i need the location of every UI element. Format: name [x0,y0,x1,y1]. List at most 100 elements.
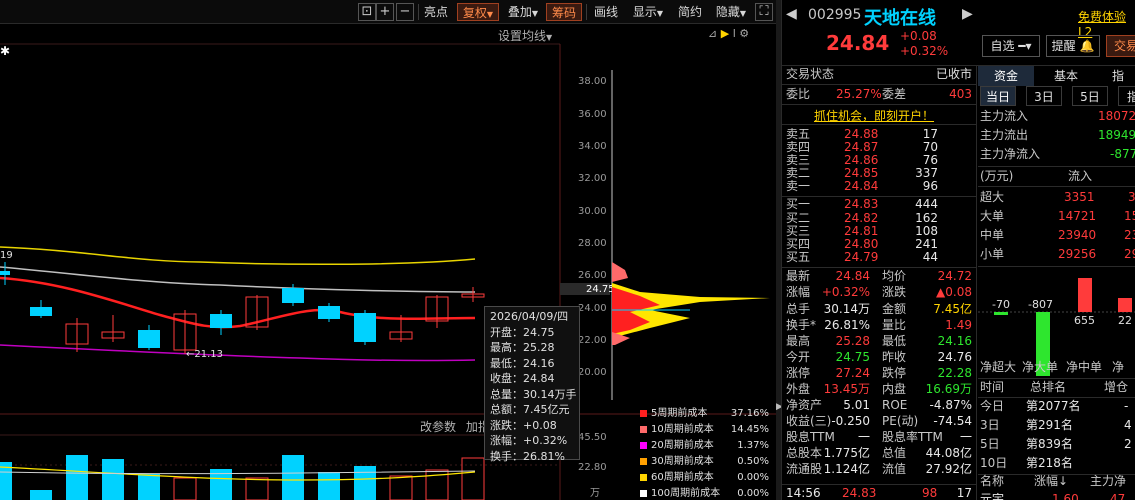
net-bar [1118,298,1132,312]
toolbar-divider [586,4,587,20]
chip-tools: ⊿ ▶ ⅼ ⚙ [708,27,749,40]
ma-line-yellow [0,246,476,266]
caret-down-icon: ▼ [546,33,553,42]
tab-basic[interactable]: 基本 [1038,66,1094,86]
overlay-label: 叠加 [507,5,532,19]
volume-bar [102,459,124,500]
hide-button[interactable]: 隐藏▼ [710,3,752,21]
stat-row: 涨幅 +0.32% 涨跌 ▲0.08 [786,285,972,299]
legend-item: 10周期前成本 14.45% [638,422,773,438]
remind-button[interactable]: 提醒 🔔 [1046,35,1100,57]
ask-row[interactable]: 卖五 24.88 17 [782,127,976,142]
trade-status-label: 交易状态 [786,67,835,81]
ma-settings-button[interactable]: 设置均线▼ [498,27,552,44]
candle [354,313,376,342]
legend-item: 60周期前成本 0.00% [638,470,773,486]
period-3d[interactable]: 3日 [1026,86,1062,106]
tooltip-row: 总量：30.14万手 [490,387,577,401]
simple-button[interactable]: 简约 [674,3,706,21]
trade-status-row: 交易状态 已收市 [782,67,976,83]
volume-bar [245,477,269,500]
period-today[interactable]: 当日 [980,86,1016,106]
settings-icon[interactable]: ⚙ [739,27,749,40]
stat-row: 股息TTM 一股息率TTM 一 [786,430,972,444]
bid-row[interactable]: 买三 24.81 108 [782,224,976,239]
ask-row[interactable]: 卖一 24.84 96 [782,179,976,194]
tooltip-row: 最低：24.16 [490,356,555,370]
stat-row: 最高 25.28 最低 24.16 [786,334,972,348]
volume-bar [173,477,197,500]
period-5d[interactable]: 5日 [1072,86,1108,106]
stat-row: 换手* 26.81% 量比 1.49 [786,318,972,332]
main-outflow-row: 主力流出 18949 [980,128,1135,142]
highlight-button[interactable]: 亮点 [420,3,452,21]
open-account-link[interactable]: 抓住机会，即刻开户！ [814,107,934,124]
net-bar-value: -807 [1028,298,1053,311]
zoom-in-button[interactable]: + [376,3,394,21]
legend-item: 30周期前成本 0.50% [638,454,773,470]
flow-row: 中单2394023 [980,228,1135,242]
draw-button[interactable]: 画线 [590,3,622,21]
chart-toolbar: ⊡ + − 亮点 复权▼ 叠加▼ 筹码 画线 显示▼ 简约 隐藏▼ ⛶ [0,0,776,24]
dropdown-icon: ━▾ [1018,39,1032,53]
stat-row: 最新 24.84 均价 24.72 [786,269,972,283]
quote-header: ◀ 002995 天地在线 ▶ 免费体验L2 24.84 +0.08 +0.32… [782,0,1135,66]
sector-row[interactable]: 元宇 1.60 47 [978,490,1135,500]
edit-params-button[interactable]: 改参数 [420,420,456,434]
next-stock-icon[interactable]: ▶ [962,6,973,22]
price-tick: 28.00 [578,238,607,249]
stock-code: 002995 [808,7,862,23]
net-bar [1078,278,1092,312]
display-button[interactable]: 显示▼ [628,3,668,21]
price-tick: 22.00 [578,335,607,346]
candle [30,307,52,316]
bid-row[interactable]: 买一 24.83 444 [782,197,976,212]
rank-row: 5日 第839名 2 [980,437,1132,451]
price-tick: 30.00 [578,206,607,217]
ask-row[interactable]: 卖二 24.85 337 [782,166,976,181]
stat-row: 今开 24.75 昨收 24.76 [786,350,972,364]
overlay-button[interactable]: 叠加▼ [503,3,543,21]
sector-header: 名称 涨幅↓ 主力净 [980,474,1127,488]
add-watchlist-button[interactable]: 自选 ━▾ [982,35,1040,57]
volume-bar [389,475,413,500]
lock-icon[interactable]: ⊡ [358,3,376,21]
net-bar-value: 655 [1074,314,1095,327]
candle [0,271,10,275]
stat-row: 收益(三) -0.250 PE(动) -74.54 [786,414,972,428]
tab-index[interactable]: 指 [1098,66,1135,86]
flow-header-row: (万元) 流入 [980,169,1093,183]
bid-row[interactable]: 买四 24.80 241 [782,237,976,252]
hide-label: 隐藏 [715,5,740,19]
ask-row[interactable]: 卖四 24.87 70 [782,140,976,155]
stat-row: 外盘 13.45万 内盘 16.69万 [786,382,972,396]
rank-row: 10日 第218名 [980,456,1073,470]
period-more[interactable]: 指 [1118,86,1135,106]
caret-down-icon: ▼ [531,9,539,18]
chip-distribution [612,262,770,345]
bid-row[interactable]: 买五 24.79 44 [782,250,976,265]
diff-value: 403 [949,87,972,101]
prev-stock-icon[interactable]: ◀ [786,6,797,22]
volume-bar [138,474,160,500]
tooltip-row: 换手：26.81% [490,449,565,463]
chip-active-icon[interactable]: ▶ [721,27,729,40]
bell-icon: 🔔 [1079,39,1095,53]
tab-fund[interactable]: 资金 [978,66,1034,86]
price-tick: 36.00 [578,109,607,120]
ask-row[interactable]: 卖三 24.86 76 [782,153,976,168]
candle [138,330,160,348]
chips-button[interactable]: 筹码 [546,3,582,21]
trade-button[interactable]: 交易 [1106,35,1135,57]
chip-view-icon[interactable]: ⊿ [708,27,717,40]
tooltip-row: 最高：25.28 [490,341,555,354]
fullscreen-icon[interactable]: ⛶ [755,3,773,21]
quote-panel: ◀ 002995 天地在线 ▶ 免费体验L2 24.84 +0.08 +0.32… [781,0,1135,500]
chip-pin-icon[interactable]: ⅼ [733,27,736,40]
last-price: 24.84 [826,31,890,55]
rank-row: 今日 第2077名 - [980,399,1129,413]
bid-row[interactable]: 买二 24.82 162 [782,211,976,226]
stat-row: 总手 30.14万 金额 7.45亿 [786,302,972,316]
adjust-button[interactable]: 复权▼ [457,3,499,21]
zoom-out-button[interactable]: − [396,3,414,21]
